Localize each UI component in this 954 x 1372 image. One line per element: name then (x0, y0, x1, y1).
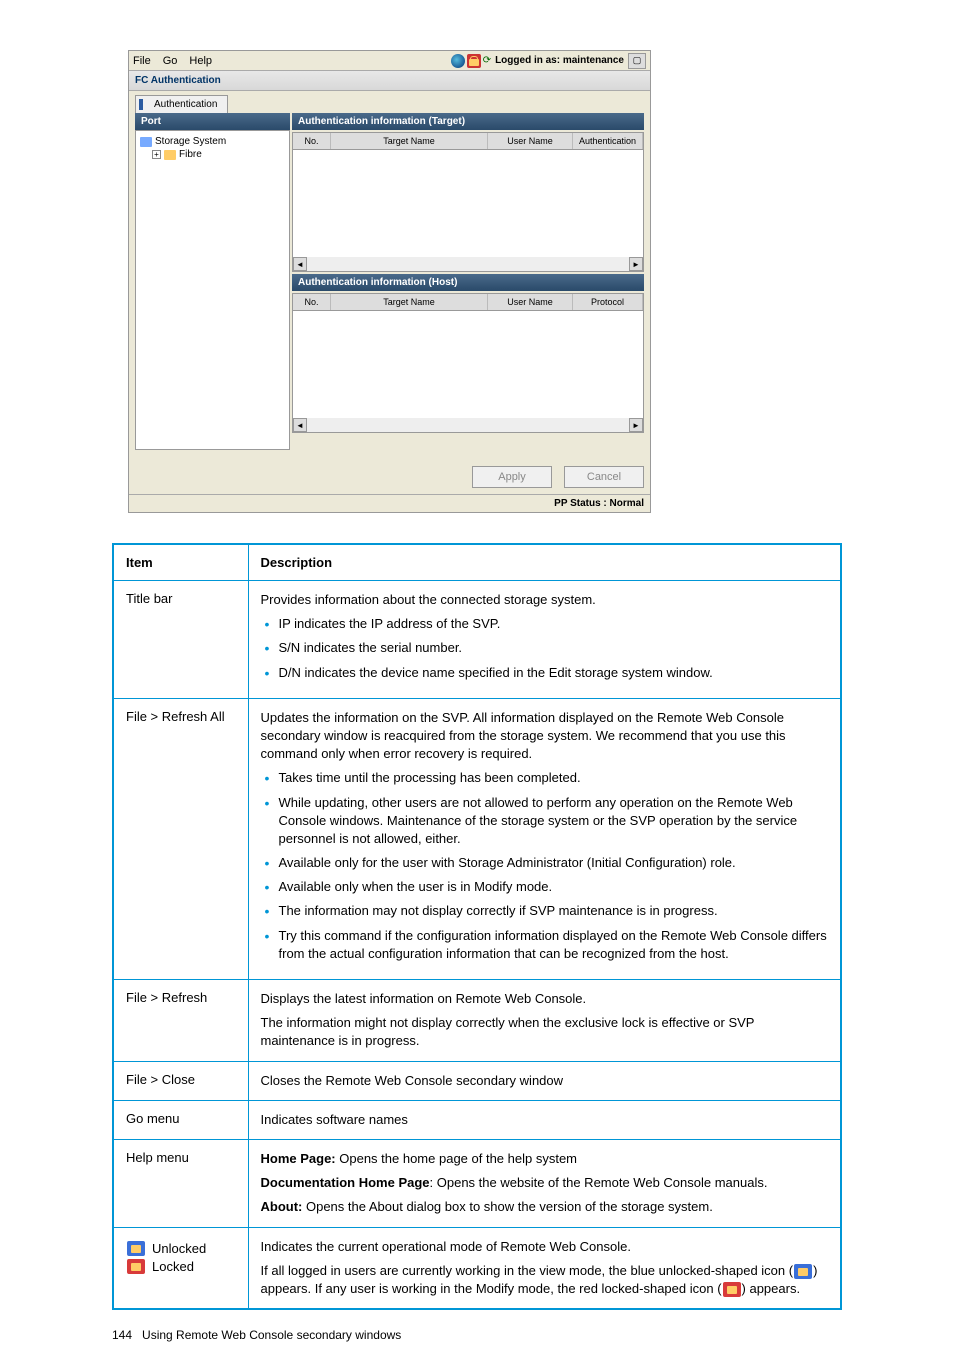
refresh-arrow-icon[interactable]: ⟳ (483, 55, 491, 66)
auth-host-grid: No. Target Name User Name Protocol ◄ ► (292, 293, 644, 433)
scroll-right-icon[interactable]: ► (629, 418, 643, 432)
menu-file[interactable]: File (133, 55, 151, 67)
col-authentication[interactable]: Authentication (573, 133, 643, 149)
lock-mode-icon[interactable] (467, 54, 481, 68)
folder-icon (164, 150, 176, 160)
port-panel-header: Port (135, 113, 290, 130)
col-user-name[interactable]: User Name (488, 294, 573, 310)
unlocked-icon (794, 1264, 812, 1279)
locked-icon (127, 1259, 145, 1274)
cancel-button[interactable]: Cancel (564, 466, 644, 488)
page-footer: 144 Using Remote Web Console secondary w… (112, 1328, 842, 1342)
row-lock-mode: Unlocked Locked Indicates the current op… (113, 1227, 841, 1309)
tab-authentication[interactable]: Authentication (135, 95, 228, 113)
row-go-menu: Go menu Indicates software names (113, 1100, 841, 1139)
row-close: File > Close Closes the Remote Web Conso… (113, 1061, 841, 1100)
description-table: Item Description Title bar Provides info… (112, 543, 842, 1310)
tree-storage-system[interactable]: Storage System (140, 135, 285, 148)
col-user-name[interactable]: User Name (488, 133, 573, 149)
col-target-name[interactable]: Target Name (331, 133, 488, 149)
unlocked-icon (127, 1241, 145, 1256)
locked-icon (723, 1282, 741, 1297)
scroll-right-icon[interactable]: ► (629, 257, 643, 271)
col-no[interactable]: No. (293, 294, 331, 310)
h-scrollbar[interactable]: ◄ ► (293, 418, 643, 432)
row-refresh: File > Refresh Displays the latest infor… (113, 980, 841, 1062)
port-tree: Storage System + Fibre (135, 130, 290, 450)
row-refresh-all: File > Refresh All Updates the informati… (113, 698, 841, 979)
app-window: File Go Help ⟳ Logged in as: maintenance… (128, 50, 651, 513)
auth-target-grid: No. Target Name User Name Authentication… (292, 132, 644, 272)
menubar: File Go Help ⟳ Logged in as: maintenance… (129, 51, 650, 71)
th-item: Item (113, 544, 248, 581)
menu-help[interactable]: Help (189, 55, 212, 67)
pp-status: PP Status : Normal (554, 498, 644, 509)
tree-fibre[interactable]: + Fibre (140, 148, 285, 161)
scroll-left-icon[interactable]: ◄ (293, 418, 307, 432)
auth-target-header: Authentication information (Target) (292, 113, 644, 130)
apply-button[interactable]: Apply (472, 466, 552, 488)
login-status: Logged in as: maintenance (491, 55, 628, 66)
globe-icon (451, 54, 465, 68)
col-no[interactable]: No. (293, 133, 331, 149)
window-button[interactable]: ▢ (628, 53, 646, 69)
col-protocol[interactable]: Protocol (573, 294, 643, 310)
h-scrollbar[interactable]: ◄ ► (293, 257, 643, 271)
th-description: Description (248, 544, 841, 581)
expand-icon[interactable]: + (152, 150, 161, 159)
menu-go[interactable]: Go (163, 55, 178, 67)
row-help-menu: Help menu Home Page: Opens the home page… (113, 1139, 841, 1227)
row-title-bar: Title bar Provides information about the… (113, 581, 841, 699)
storage-icon (140, 137, 152, 147)
scroll-left-icon[interactable]: ◄ (293, 257, 307, 271)
col-target-name[interactable]: Target Name (331, 294, 488, 310)
fc-auth-header: FC Authentication (129, 71, 650, 91)
auth-host-header: Authentication information (Host) (292, 274, 644, 291)
